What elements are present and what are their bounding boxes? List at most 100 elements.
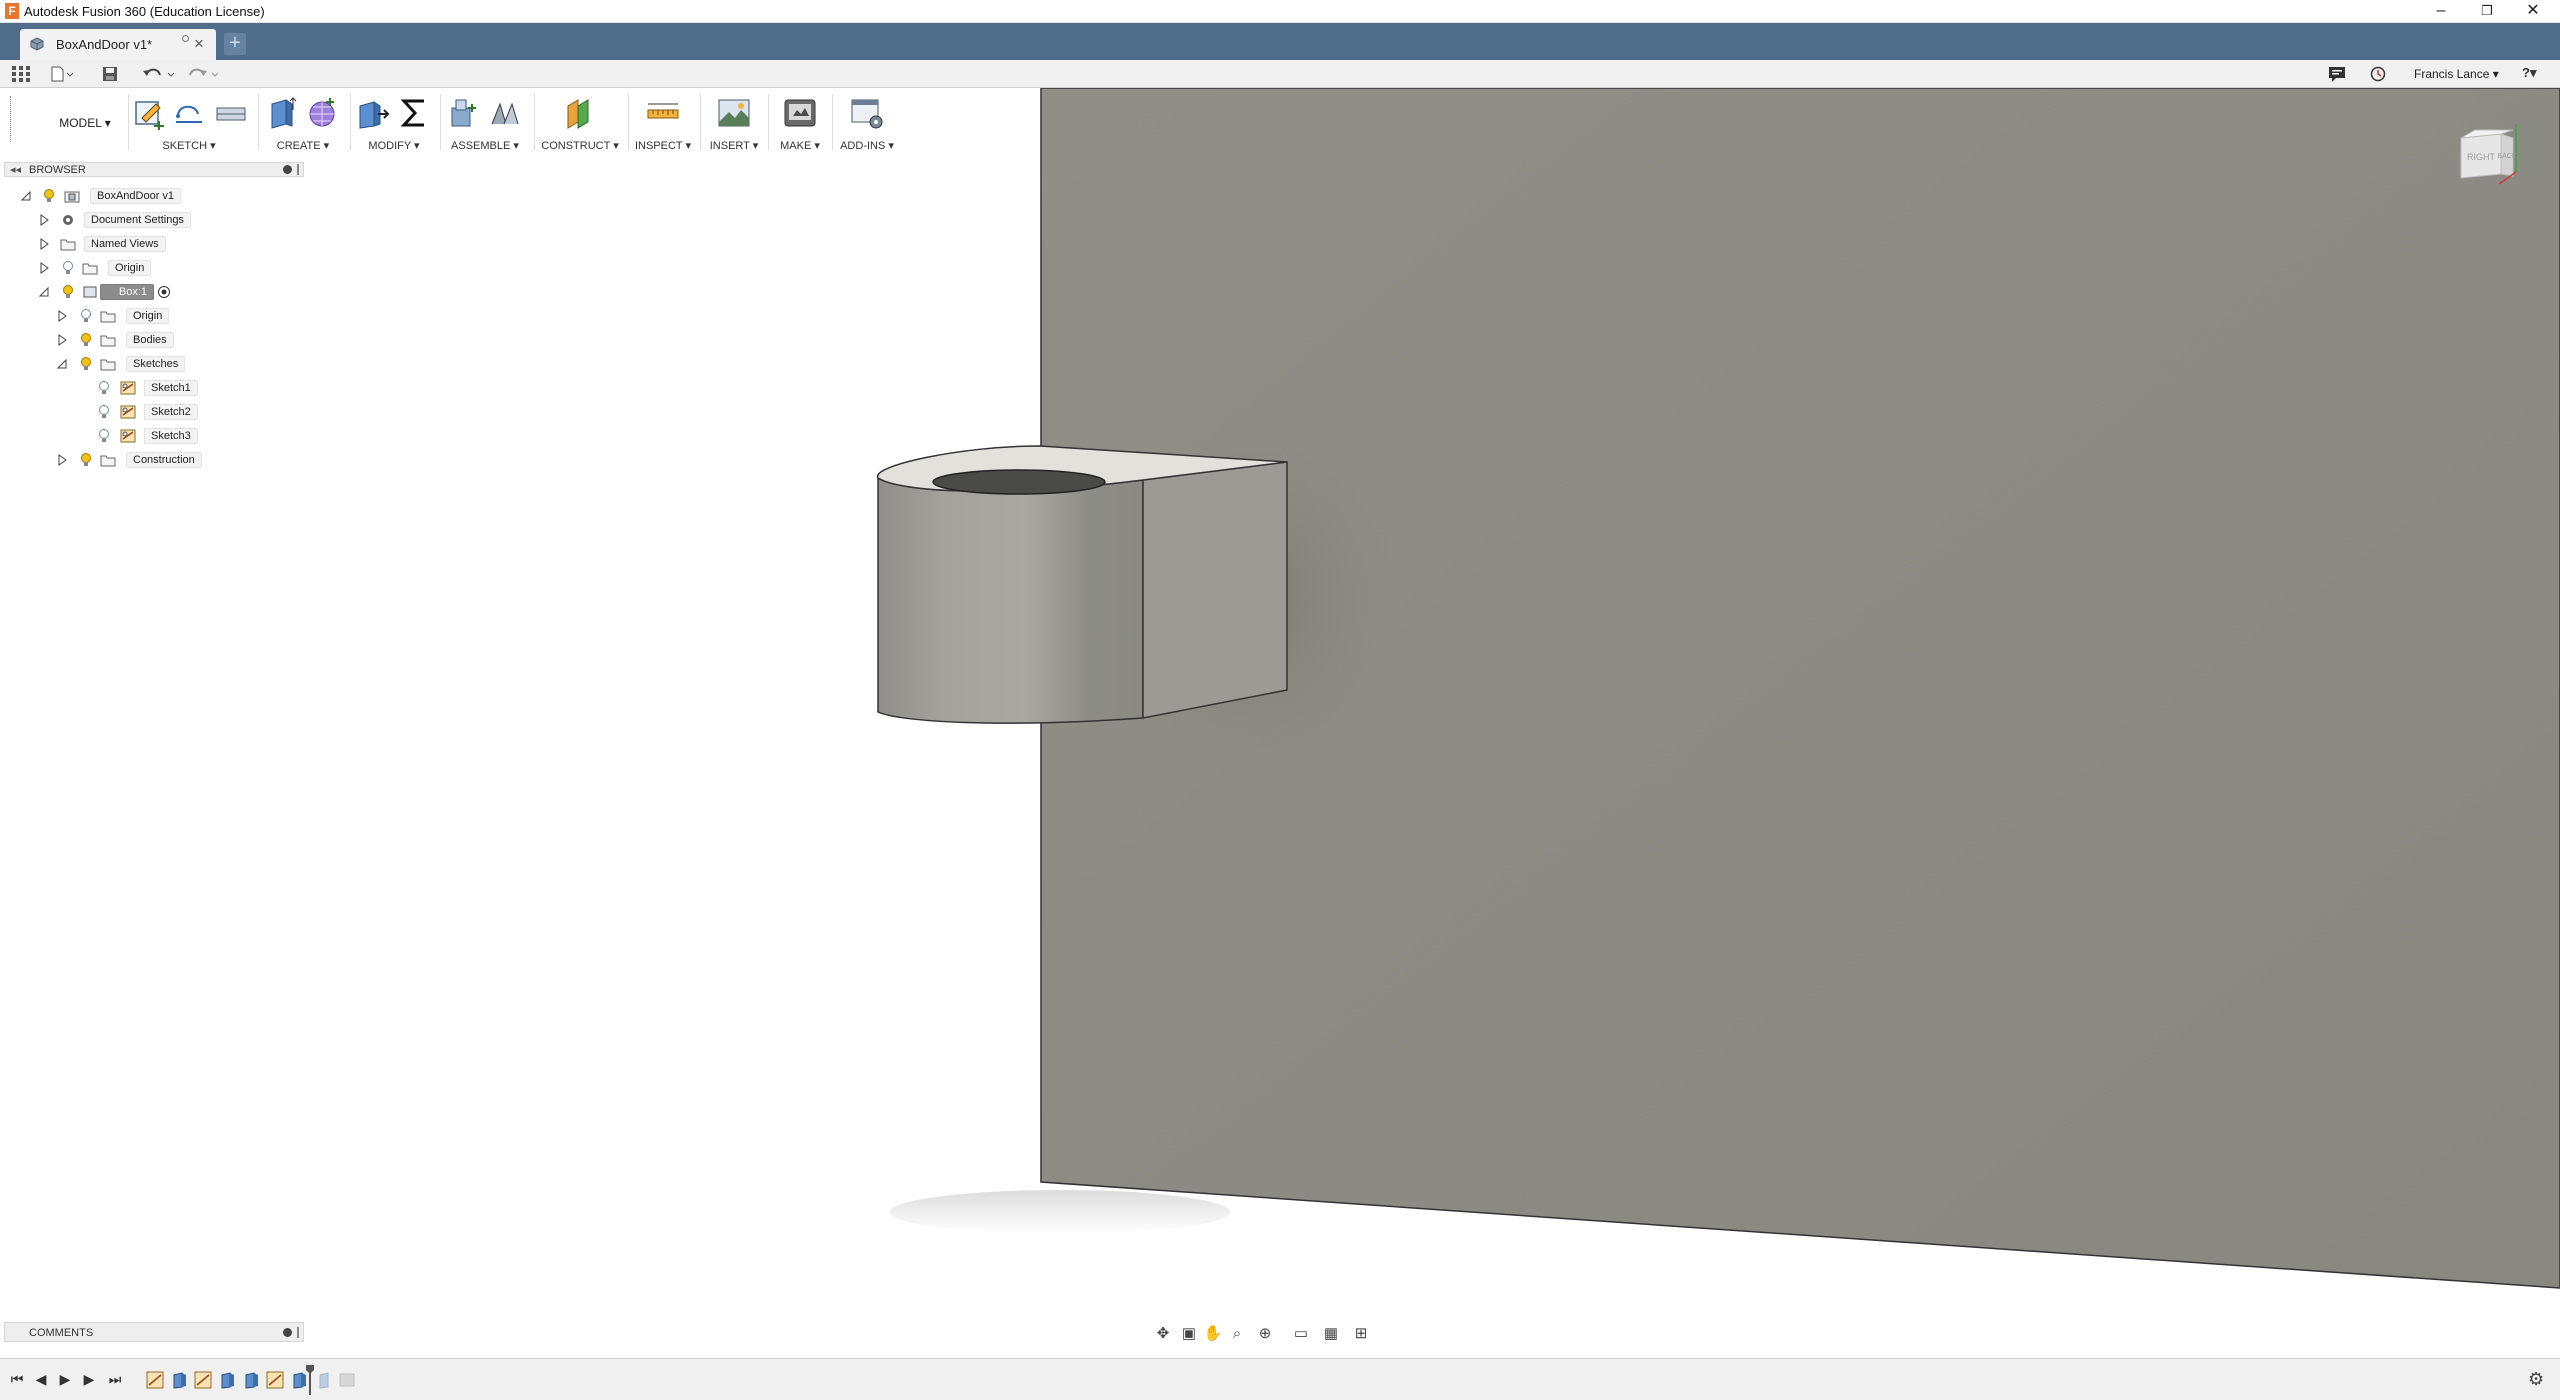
go-to-end-icon[interactable]: ⏭	[106, 1370, 124, 1388]
fusion-app-icon: F	[5, 3, 19, 19]
timeline-sketch-icon[interactable]	[266, 1371, 284, 1389]
minimize-button[interactable]: –	[2418, 0, 2464, 22]
notification-chat-icon[interactable]	[2328, 66, 2346, 82]
viewport-canvas[interactable]	[0, 88, 2560, 1323]
browser-title: BROWSER	[29, 164, 86, 176]
tree-item-box-component[interactable]: Box:1	[0, 280, 300, 304]
timeline-bar: ⏮ ◀ ▶ ▶ ⏭ ⚙	[0, 1358, 2560, 1400]
tree-item-label: Construction	[126, 452, 202, 468]
visibility-bulb-off-icon[interactable]	[62, 260, 74, 276]
undo-icon[interactable]	[142, 66, 178, 82]
viewcube[interactable]: RIGHT BACK	[2455, 120, 2535, 200]
visibility-bulb-off-icon[interactable]	[80, 308, 92, 324]
folder-icon	[100, 311, 116, 323]
collapse-browser-icon[interactable]: ◂◂	[10, 163, 21, 176]
activate-component-radio-icon[interactable]	[156, 285, 172, 299]
collapsed-triangle-icon[interactable]	[56, 333, 68, 347]
tree-item-bodies[interactable]: Bodies	[0, 328, 300, 352]
collapsed-triangle-icon[interactable]	[56, 453, 68, 467]
quick-access-toolbar: Francis Lance ▾ ?▾	[0, 60, 2560, 88]
timeline-marker[interactable]	[306, 1365, 314, 1395]
tree-item-sketch2[interactable]: Sketch2	[0, 400, 300, 424]
visibility-bulb-off-icon[interactable]	[98, 428, 110, 444]
user-account-menu[interactable]: Francis Lance ▾	[2414, 67, 2499, 81]
tree-item-label: Sketch1	[144, 380, 198, 396]
visibility-bulb-off-icon[interactable]	[98, 380, 110, 396]
box-part-body[interactable]	[876, 445, 1288, 724]
visibility-bulb-icon[interactable]	[43, 188, 55, 204]
tab-status-icon	[182, 35, 189, 42]
visibility-bulb-icon[interactable]	[80, 332, 92, 348]
tree-item-label: BoxAndDoor v1	[90, 188, 182, 204]
timeline-sketch-icon[interactable]	[194, 1371, 212, 1389]
close-tab-button[interactable]: ×	[194, 34, 204, 54]
component-icon	[83, 286, 97, 298]
tree-item-label: Origin	[126, 308, 170, 324]
timeline-extrude-icon[interactable]	[218, 1371, 236, 1389]
timeline-sketch-icon[interactable]	[146, 1371, 164, 1389]
tree-item-construction[interactable]: Construction	[0, 448, 300, 472]
step-forward-icon[interactable]: ▶	[80, 1370, 98, 1388]
document-tab[interactable]: BoxAndDoor v1* ×	[20, 29, 216, 60]
expanded-triangle-icon[interactable]	[56, 357, 68, 371]
collapsed-triangle-icon[interactable]	[38, 261, 50, 275]
help-menu[interactable]: ?▾	[2522, 65, 2536, 81]
data-panel-grid-icon[interactable]	[12, 66, 30, 82]
zoom-icon[interactable]: ⌕	[1226, 1324, 1248, 1344]
add-comment-icon[interactable]	[283, 1328, 292, 1337]
tree-item-document-settings[interactable]: Document Settings	[0, 208, 300, 232]
sketch-icon	[120, 405, 136, 419]
display-settings-icon[interactable]: ▭	[1290, 1324, 1312, 1344]
tree-item-named-views[interactable]: Named Views	[0, 232, 300, 256]
tree-item-sketch1[interactable]: Sketch1	[0, 376, 300, 400]
pin-browser-icon[interactable]	[283, 165, 292, 174]
timeline-extrude-icon[interactable]	[242, 1371, 260, 1389]
expanded-triangle-icon[interactable]	[38, 285, 50, 299]
document-tab-bar: BoxAndDoor v1* × +	[0, 23, 2560, 60]
orbit-icon[interactable]: ✥	[1152, 1324, 1174, 1344]
timeline-extrude-icon[interactable]	[170, 1371, 188, 1389]
play-icon[interactable]: ▶	[56, 1370, 74, 1388]
tree-item-sketch3[interactable]: Sketch3	[0, 424, 300, 448]
browser-panel-header[interactable]: ◂◂ BROWSER	[4, 162, 304, 177]
collapsed-triangle-icon[interactable]	[38, 237, 50, 251]
comments-panel-header[interactable]: COMMENTS	[4, 1322, 304, 1342]
expanded-triangle-icon[interactable]	[20, 189, 32, 203]
go-to-start-icon[interactable]: ⏮	[8, 1370, 26, 1388]
pan-hand-icon[interactable]: ✋	[1202, 1324, 1224, 1344]
tree-item-box-origin[interactable]: Origin	[0, 304, 300, 328]
visibility-bulb-off-icon[interactable]	[98, 404, 110, 420]
visibility-bulb-icon[interactable]	[80, 452, 92, 468]
tree-item-root[interactable]: BoxAndDoor v1	[0, 184, 300, 208]
visibility-bulb-icon[interactable]	[80, 356, 92, 372]
document-assembly-icon	[64, 191, 80, 203]
timeline-suppressed-feature-icon[interactable]	[338, 1371, 356, 1389]
viewports-icon[interactable]: ⊞	[1350, 1324, 1372, 1344]
timeline-suppressed-feature-icon[interactable]	[316, 1371, 334, 1389]
document-tab-label: BoxAndDoor v1*	[56, 37, 153, 52]
look-at-icon[interactable]: ▣	[1178, 1324, 1200, 1344]
step-back-icon[interactable]: ◀	[32, 1370, 50, 1388]
visibility-bulb-icon[interactable]	[62, 284, 74, 300]
comments-resize-handle[interactable]	[297, 1327, 299, 1338]
tree-item-origin[interactable]: Origin	[0, 256, 300, 280]
gear-icon	[63, 215, 73, 225]
close-window-button[interactable]: ✕	[2510, 0, 2556, 22]
redo-icon[interactable]	[186, 66, 222, 82]
file-menu-icon[interactable]	[50, 66, 74, 82]
timeline-settings-gear-icon[interactable]: ⚙	[2528, 1369, 2544, 1390]
collapsed-triangle-icon[interactable]	[56, 309, 68, 323]
job-status-icon[interactable]	[2370, 66, 2386, 82]
save-icon[interactable]	[102, 66, 118, 82]
browser-resize-handle[interactable]	[297, 164, 299, 175]
tree-item-sketches[interactable]: Sketches	[0, 352, 300, 376]
collapsed-triangle-icon[interactable]	[38, 213, 50, 227]
fit-window-icon[interactable]: ⊕	[1254, 1324, 1276, 1344]
ground-shadow	[890, 1190, 1230, 1234]
through-hole[interactable]	[932, 469, 1106, 495]
restore-button[interactable]: ❐	[2464, 0, 2510, 22]
viewcube-back-face[interactable]: BACK	[2497, 153, 2516, 160]
grid-snaps-icon[interactable]: ▦	[1320, 1324, 1342, 1344]
viewcube-right-face[interactable]: RIGHT	[2467, 152, 2496, 162]
new-tab-button[interactable]: +	[224, 33, 246, 55]
